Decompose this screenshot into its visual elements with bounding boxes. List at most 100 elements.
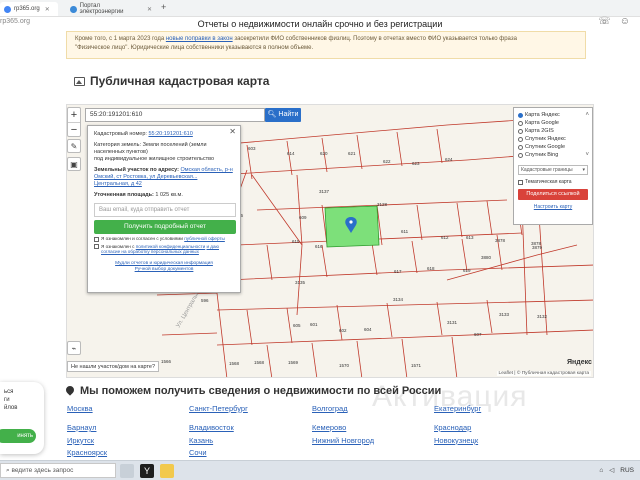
not-found-link[interactable]: Не нашли участок/дом на карте? [67,361,160,372]
parcel-number-label: 615 [292,239,300,244]
city-link[interactable]: Сочи [189,448,207,457]
find-label: Найти [278,111,299,118]
city-link[interactable]: Владивосток [189,423,234,432]
cad-number-link[interactable]: 55:20:191201:610 [148,131,192,137]
layer-radio[interactable] [518,152,523,158]
parcel-number-label: 617 [394,269,402,274]
layer-option[interactable]: Карта 2GIS [518,127,588,135]
category-label: Категория земель: [94,142,142,148]
city-link[interactable]: Нижний Новгород [312,436,374,445]
new-tab-icon[interactable]: + [161,2,166,12]
map-section-title: Публичная кадастровая карта [74,74,269,88]
tab-rp365[interactable]: rp365.org ✕ [0,2,58,16]
thematic-map-toggle[interactable]: Тематическая карта [518,179,588,185]
area-label: Уточненная площадь: [94,192,154,198]
language-indicator[interactable]: RUS [620,467,634,474]
city-link[interactable]: Москва [67,404,93,413]
layer-radio[interactable] [518,136,523,142]
layer-radio[interactable] [518,144,523,150]
setup-map-link[interactable]: Настроить карту [518,204,588,210]
user-icon[interactable]: ☺ [620,16,630,27]
tab-portal[interactable]: Портал электроэнергии ✕ [66,2,156,16]
thematic-checkbox[interactable] [518,179,523,185]
cad-number-row: Кадастровый номер: 55:20:191201:610 [94,131,234,138]
cookie-banner: ься ги йлов инять [0,382,44,454]
map-attribution[interactable]: Leaflet | © Публичная кадастровая карта [496,371,591,376]
area-value: 1 025 кв.м. [155,192,183,198]
attach-link-icon[interactable]: ⌁ [67,341,81,355]
cad-number-label: Кадастровый номер: [94,131,147,137]
city-link[interactable]: Красноярск [67,448,107,457]
cadastral-map[interactable]: 6036146206216226236243137312831366096116… [66,104,594,378]
site-favicon-icon [4,5,11,13]
parcel-number-label: 607 [474,332,482,337]
file-explorer-icon[interactable] [160,464,174,478]
layer-option[interactable]: Спутник Яндекс [518,135,588,143]
measure-tool-icon[interactable]: ✎ [67,139,81,153]
parcel-number-label: 1566 [161,359,172,364]
find-button[interactable]: 🔍︎ Найти [265,108,301,122]
layer-option[interactable]: Карта Google [518,119,588,127]
parcel-number-label: 602 [339,328,347,333]
parcel-number-label: 596 [201,298,209,303]
address-link-line2[interactable]: Центральная, д 42 [94,181,142,187]
taskbar-search-input[interactable]: ⌕ ведите здесь запрос [0,463,116,478]
city-link[interactable]: Краснодар [434,423,471,432]
volume-icon[interactable]: ◁ [609,466,614,474]
yandex-browser-icon[interactable]: Y [140,464,154,478]
notice-text: засекретили ФИО собственников физлиц. По… [234,36,517,42]
city-link[interactable]: Екатеринбург [434,404,481,413]
get-report-button[interactable]: Получить подробный отчет [94,220,236,234]
phone-icon[interactable]: ☏ [598,16,611,27]
parcel-number-label: 1569 [288,360,299,365]
consent-text: Я ознакомлен с [101,243,135,249]
city-link[interactable]: Санкт-Петербург [189,404,248,413]
collapse-down-icon[interactable]: ˅ [585,152,589,158]
legal-notice: Кроме того, с 1 марта 2023 года новые по… [66,31,586,59]
zoom-out-button[interactable]: − [68,122,80,136]
close-tab-icon[interactable]: ✕ [147,6,152,13]
area-row: Уточненная площадь: 1 025 кв.м. [94,192,234,199]
collapse-up-icon[interactable]: ˄ [585,112,589,118]
city-link[interactable]: Волгоград [312,404,348,413]
layer-radio[interactable] [518,112,523,118]
layer-radio[interactable] [518,120,523,126]
layer-option[interactable]: Спутник Bing [518,151,588,159]
city-link[interactable]: Кемерово [312,423,346,432]
city-link[interactable]: Новокузнецк [434,436,478,445]
offer-link[interactable]: публичной оферты [184,236,225,241]
layer-option[interactable]: Спутник Google [518,143,588,151]
task-view-icon[interactable] [120,464,134,478]
close-popup-icon[interactable]: ✕ [229,128,236,136]
layer-option[interactable]: Карта Яндекс [518,111,588,119]
layer-radio[interactable] [518,128,523,134]
city-link[interactable]: Барнаул [67,423,96,432]
parcel-number-label: 611 [401,229,409,234]
print-icon[interactable]: ▣ [67,157,81,171]
layer-label: Карта Яндекс [525,112,560,118]
network-icon[interactable]: ⌂ [599,467,603,474]
legal-info-link[interactable]: Мудли отчетов и юридическая информация [115,261,213,266]
layer-label: Спутник Яндекс [525,136,566,142]
thematic-label: Тематическая карта [525,179,572,185]
close-tab-icon[interactable]: ✕ [45,6,50,13]
tab-label: rp365.org [14,6,40,12]
parcel-number-label: 3137 [319,189,330,194]
email-field[interactable]: Ваш email, куда отправить отчет [94,203,236,217]
zoom-in-button[interactable]: + [68,108,80,122]
share-link-button[interactable]: Поделиться ссылкой [518,189,588,200]
city-link[interactable]: Казань [189,436,213,445]
privacy-consent[interactable]: Я ознакомлен с политикой конфиденциально… [94,244,234,255]
offer-consent[interactable]: Я ознакомлен и согласен с условиями публ… [94,236,234,242]
borders-select[interactable]: Кадастровые границы [518,165,588,175]
accept-cookies-button[interactable]: инять [0,429,36,443]
privacy-checkbox[interactable] [94,244,99,249]
privacy-link[interactable]: политикой конфиденциальности [136,244,205,249]
parcel-number-label: 3134 [393,297,404,302]
cadastral-search-input[interactable]: 55:20:191201:610 [85,108,265,122]
city-link[interactable]: Иркутск [67,436,94,445]
manual-docs-link[interactable]: Ручной выбор документов [135,267,194,272]
offer-checkbox[interactable] [94,236,99,242]
law-amendments-link[interactable]: новые поправки в закон [166,36,233,42]
notice-text: "Физическое лицо". Юридические лица собс… [75,45,314,51]
